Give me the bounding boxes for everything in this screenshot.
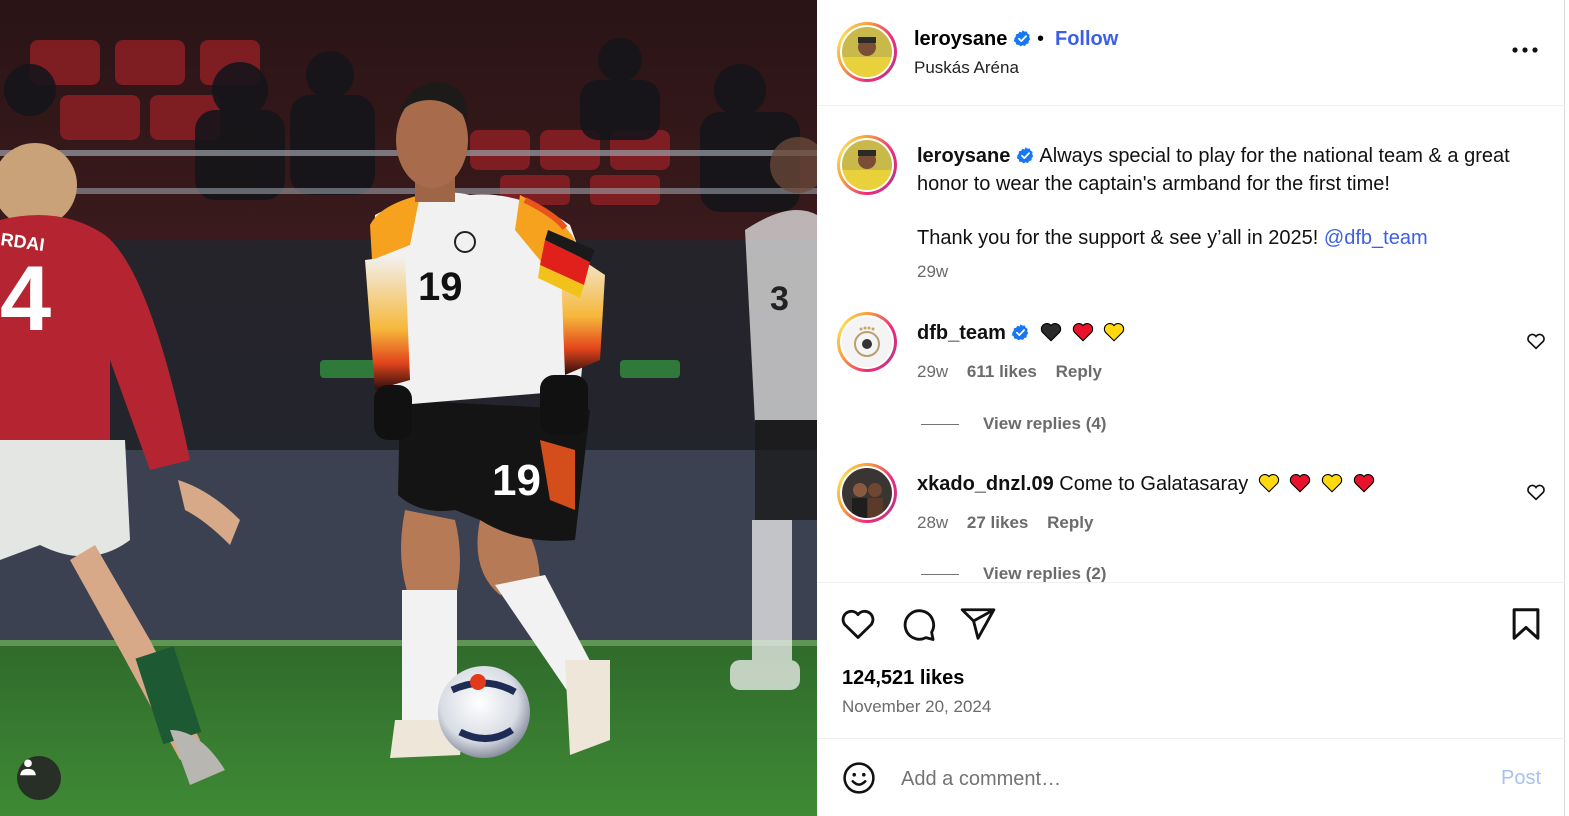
heart-icon[interactable] — [839, 605, 877, 643]
view-replies-label[interactable]: View replies (2) — [983, 565, 1106, 583]
author-avatar-image — [842, 27, 892, 77]
comment-body: xkado_dnzl.09 Come to Galatasaray — [917, 472, 1375, 496]
post-comment-button[interactable]: Post — [1501, 767, 1541, 790]
comment-meta: 29w 611 likes Reply — [917, 362, 1116, 382]
commenter-avatar-image — [842, 468, 892, 518]
post-header: leroysane • Follow Puskás Aréna — [817, 0, 1565, 106]
verified-badge-icon — [1012, 324, 1029, 341]
caption-mention-link[interactable]: @dfb_team — [1324, 227, 1428, 249]
caption-author-avatar-image — [842, 140, 892, 190]
post-details-panel: leroysane • Follow Puskás Aréna leroysan… — [817, 0, 1565, 816]
comment-icon[interactable] — [899, 605, 937, 643]
comment-meta: 28w 27 likes Reply — [917, 513, 1107, 533]
post-location[interactable]: Puskás Aréna — [914, 58, 1019, 78]
share-icon[interactable] — [959, 605, 997, 643]
view-replies-line — [921, 423, 959, 425]
yellow-heart-icon — [1258, 474, 1279, 493]
post-caption: leroysane Always special to play for the… — [917, 142, 1547, 252]
tagged-users-button[interactable] — [17, 756, 61, 800]
comment-text: Come to Galatasaray — [1059, 473, 1249, 495]
view-replies-button[interactable]: View replies (4) — [921, 414, 1106, 434]
author-username[interactable]: leroysane — [914, 28, 1032, 51]
caption-author-avatar[interactable] — [837, 135, 897, 195]
author-avatar[interactable] — [837, 22, 897, 82]
view-replies-line — [921, 573, 959, 575]
comment-like-heart-icon[interactable] — [1525, 330, 1547, 352]
red-heart-icon — [1290, 474, 1311, 493]
author-username-text[interactable]: leroysane — [914, 28, 1007, 50]
verified-badge-icon — [1013, 30, 1031, 47]
red-heart-icon — [1353, 474, 1374, 493]
post-date[interactable]: November 20, 2024 — [842, 697, 991, 717]
view-replies-label[interactable]: View replies (4) — [983, 414, 1106, 434]
black-heart-icon — [1040, 323, 1062, 342]
caption-username[interactable]: leroysane — [917, 145, 1010, 167]
red-heart-icon — [1072, 323, 1093, 342]
comment-body: dfb_team — [917, 321, 1125, 345]
header-separator: • — [1037, 28, 1045, 50]
more-options-button[interactable] — [1507, 38, 1543, 62]
comment-time[interactable]: 29w — [917, 362, 948, 381]
commenter-username[interactable]: xkado_dnzl.09 — [917, 473, 1054, 495]
comment-likes[interactable]: 611 likes — [967, 362, 1037, 381]
yellow-heart-icon — [1103, 323, 1125, 342]
shirt-number: 19 — [418, 265, 463, 309]
comment-input[interactable] — [901, 763, 1461, 795]
follow-button[interactable]: Follow — [1055, 28, 1118, 51]
like-count[interactable]: 124,521 likes — [842, 667, 964, 690]
post-actions-bar: 124,521 likes November 20, 2024 — [817, 582, 1565, 738]
commenter-username[interactable]: dfb_team — [917, 322, 1006, 344]
comment-time[interactable]: 28w — [917, 513, 948, 532]
dfb-logo-icon — [842, 317, 892, 367]
commenter-avatar[interactable] — [837, 312, 897, 372]
add-comment-bar: Post — [817, 738, 1565, 816]
view-replies-button[interactable]: View replies (2) — [921, 565, 1106, 583]
caption-timestamp[interactable]: 29w — [917, 262, 948, 282]
more-options-icon — [1512, 47, 1538, 53]
user-tag-icon — [20, 759, 36, 776]
post-photo-illustration: 3 RDAI 4 19 19 — [0, 0, 817, 816]
commenter-avatar[interactable] — [837, 463, 897, 523]
caption-text-line2: Thank you for the support & see y’all in… — [917, 227, 1319, 249]
post-photo[interactable]: 3 RDAI 4 19 19 — [0, 0, 817, 816]
comment-like-heart-icon[interactable] — [1525, 481, 1547, 503]
reply-button[interactable]: Reply — [1056, 362, 1102, 381]
emoji-icon[interactable] — [841, 760, 877, 796]
teammate-shirt-number: 3 — [770, 280, 789, 318]
reply-button[interactable]: Reply — [1047, 513, 1093, 532]
verified-badge-icon — [1016, 147, 1034, 164]
shorts-number: 19 — [492, 456, 541, 505]
comment-likes[interactable]: 27 likes — [967, 513, 1028, 532]
opponent-shirt-number: 4 — [0, 248, 51, 350]
save-icon[interactable] — [1507, 605, 1545, 643]
yellow-heart-icon — [1321, 474, 1343, 493]
